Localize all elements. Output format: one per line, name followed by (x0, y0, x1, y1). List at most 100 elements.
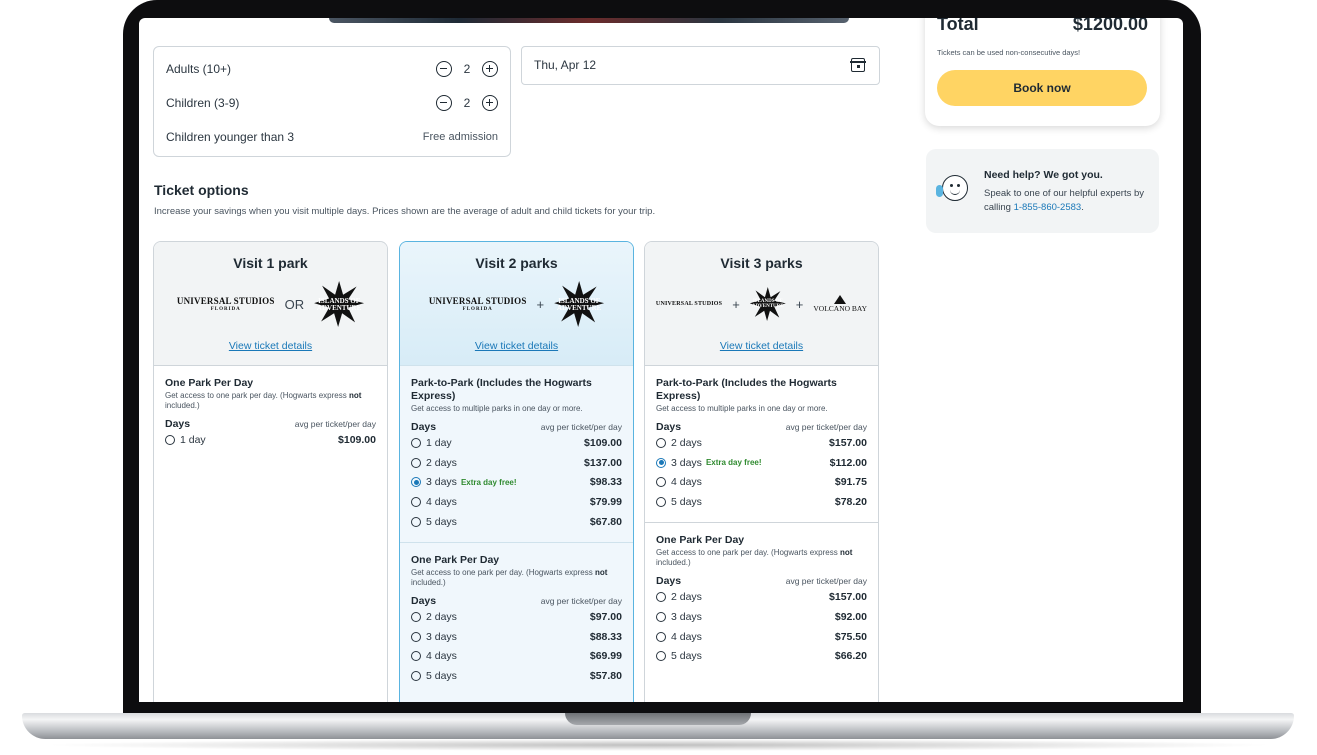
universal-studios-logo: UNIVERSAL STUDIOS FLORIDA (176, 295, 275, 312)
infants-row: Children younger than 3 Free admission (166, 127, 498, 147)
day-count: 4 days (426, 496, 457, 509)
day-option-row[interactable]: 3 days $92.00 (656, 607, 867, 627)
day-count: 5 days (426, 516, 457, 529)
section-title: One Park Per Day (656, 534, 745, 547)
volcano-bay-logo: VOLCANO BAY (813, 295, 867, 313)
day-option-row[interactable]: 5 days $57.80 (411, 666, 622, 686)
park-to-park-section: Park-to-Park (Includes the Hogwarts Expr… (400, 366, 633, 543)
day-count: 3 days (426, 630, 457, 643)
avg-label: avg per ticket/per day (540, 422, 622, 432)
price: $75.50 (834, 630, 867, 643)
one-park-per-day-section: One Park Per Day Get access to one park … (645, 523, 878, 676)
radio-icon[interactable] (411, 671, 421, 682)
tickets-note: Tickets can be used non-consecutive days… (937, 48, 1081, 57)
radio-icon[interactable] (656, 437, 666, 448)
infants-label: Children younger than 3 (166, 130, 295, 144)
days-label: Days (411, 594, 437, 607)
day-count: 2 days (426, 610, 457, 623)
calendar-icon[interactable] (850, 58, 866, 72)
day-option-row[interactable]: 4 days $75.50 (656, 627, 867, 647)
radio-icon[interactable] (411, 517, 421, 528)
laptop-base-notch (565, 713, 751, 725)
children-label: Children (3-9) (166, 96, 240, 110)
view-ticket-details-link[interactable]: View ticket details (645, 340, 878, 352)
price: $79.99 (589, 496, 622, 509)
radio-icon[interactable] (656, 477, 666, 488)
column-title: Visit 2 parks (475, 255, 558, 271)
radio-icon[interactable] (656, 631, 666, 642)
column-title: Visit 1 park (233, 255, 308, 271)
day-option-row[interactable]: 2 days $97.00 (411, 607, 622, 627)
radio-icon[interactable] (656, 611, 666, 622)
screen: Adults (10+) 2 Children (3-9) 2 Children… (139, 18, 1183, 702)
days-label: Days (165, 418, 191, 430)
day-option-row[interactable]: 1 day $109.00 (411, 433, 622, 453)
radio-icon[interactable] (411, 477, 421, 488)
day-option-row[interactable]: 4 days $69.99 (411, 647, 622, 667)
day-option-row[interactable]: 4 days $91.75 (656, 473, 867, 493)
radio-icon[interactable] (656, 497, 666, 508)
radio-icon[interactable] (656, 592, 666, 603)
book-now-button[interactable]: Book now (937, 70, 1147, 106)
day-count: 3 days (671, 610, 702, 623)
total-value: $1200.00 (1072, 18, 1148, 34)
days-header: Days avg per ticket/per day (411, 421, 622, 433)
logo-join: + (536, 296, 545, 312)
minus-circle-icon[interactable] (436, 61, 452, 77)
price: $112.00 (829, 456, 867, 469)
section-description: Get access to one park per day. (Hogwart… (411, 567, 608, 587)
price: $137.00 (584, 456, 622, 469)
radio-icon[interactable] (165, 434, 175, 445)
day-option-row[interactable]: 5 days $78.20 (656, 492, 867, 512)
radio-icon[interactable] (411, 611, 421, 622)
days-header: Days avg per ticket/per day (656, 421, 867, 433)
day-option-row[interactable]: 3 days Extra day free! $112.00 (656, 453, 867, 473)
ticket-column-3-parks[interactable]: Visit 3 parks UNIVERSAL STUDIOS + ISLAND… (644, 241, 879, 702)
phone-link[interactable]: 1-855-860-2583 (1014, 202, 1082, 213)
day-option-row[interactable]: 1 day $109.00 (165, 430, 376, 450)
day-option-row[interactable]: 4 days $79.99 (411, 492, 622, 512)
free-admission-note: Free admission (422, 131, 498, 143)
day-option-row[interactable]: 5 days $67.80 (411, 512, 622, 532)
day-option-row[interactable]: 3 days $88.33 (411, 627, 622, 647)
support-agent-icon (936, 173, 970, 207)
radio-icon[interactable] (411, 437, 421, 448)
date-field[interactable]: Thu, Apr 12 (521, 46, 880, 85)
promo-badge: Extra day free! (705, 458, 762, 468)
children-stepper: 2 (436, 95, 498, 111)
price: $92.00 (834, 610, 867, 623)
radio-icon[interactable] (656, 651, 666, 662)
radio-icon[interactable] (411, 497, 421, 508)
day-option-row[interactable]: 3 days Extra day free! $98.33 (411, 473, 622, 493)
day-option-row[interactable]: 2 days $157.00 (656, 587, 867, 607)
minus-circle-icon[interactable] (436, 95, 452, 111)
view-ticket-details-link[interactable]: View ticket details (154, 340, 387, 352)
plus-circle-icon[interactable] (482, 61, 498, 77)
children-count: 2 (463, 96, 471, 110)
adults-row: Adults (10+) 2 (166, 59, 498, 79)
price: $78.20 (834, 496, 867, 509)
radio-icon[interactable] (411, 457, 421, 468)
help-text: Speak to one of our helpful experts by c… (984, 188, 1145, 213)
price: $157.00 (829, 591, 867, 604)
section-title: Park-to-Park (Includes the Hogwarts Expr… (656, 377, 837, 402)
radio-icon[interactable] (656, 457, 666, 468)
islands-of-adventure-logo: ISLANDS OF ADVENTURE (314, 281, 365, 327)
days-label: Days (656, 575, 682, 588)
radio-icon[interactable] (411, 651, 421, 662)
day-option-row[interactable]: 5 days $66.20 (656, 647, 867, 667)
price: $157.00 (829, 436, 867, 449)
ticket-column-2-parks[interactable]: Visit 2 parks UNIVERSAL STUDIOS FLORIDA +… (399, 241, 634, 702)
day-option-row[interactable]: 2 days $157.00 (656, 433, 867, 453)
price: $109.00 (338, 433, 376, 446)
radio-icon[interactable] (411, 631, 421, 642)
price: $69.99 (589, 650, 622, 663)
hero-image-edge (329, 18, 849, 23)
days-label: Days (411, 421, 437, 433)
view-ticket-details-link[interactable]: View ticket details (400, 340, 633, 352)
day-option-row[interactable]: 2 days $137.00 (411, 453, 622, 473)
ticket-column-1-park[interactable]: Visit 1 park UNIVERSAL STUDIOS FLORIDA OR… (153, 241, 388, 702)
logo-join: OR (284, 296, 305, 312)
plus-circle-icon[interactable] (482, 95, 498, 111)
days-header: Days avg per ticket/per day (165, 418, 376, 430)
